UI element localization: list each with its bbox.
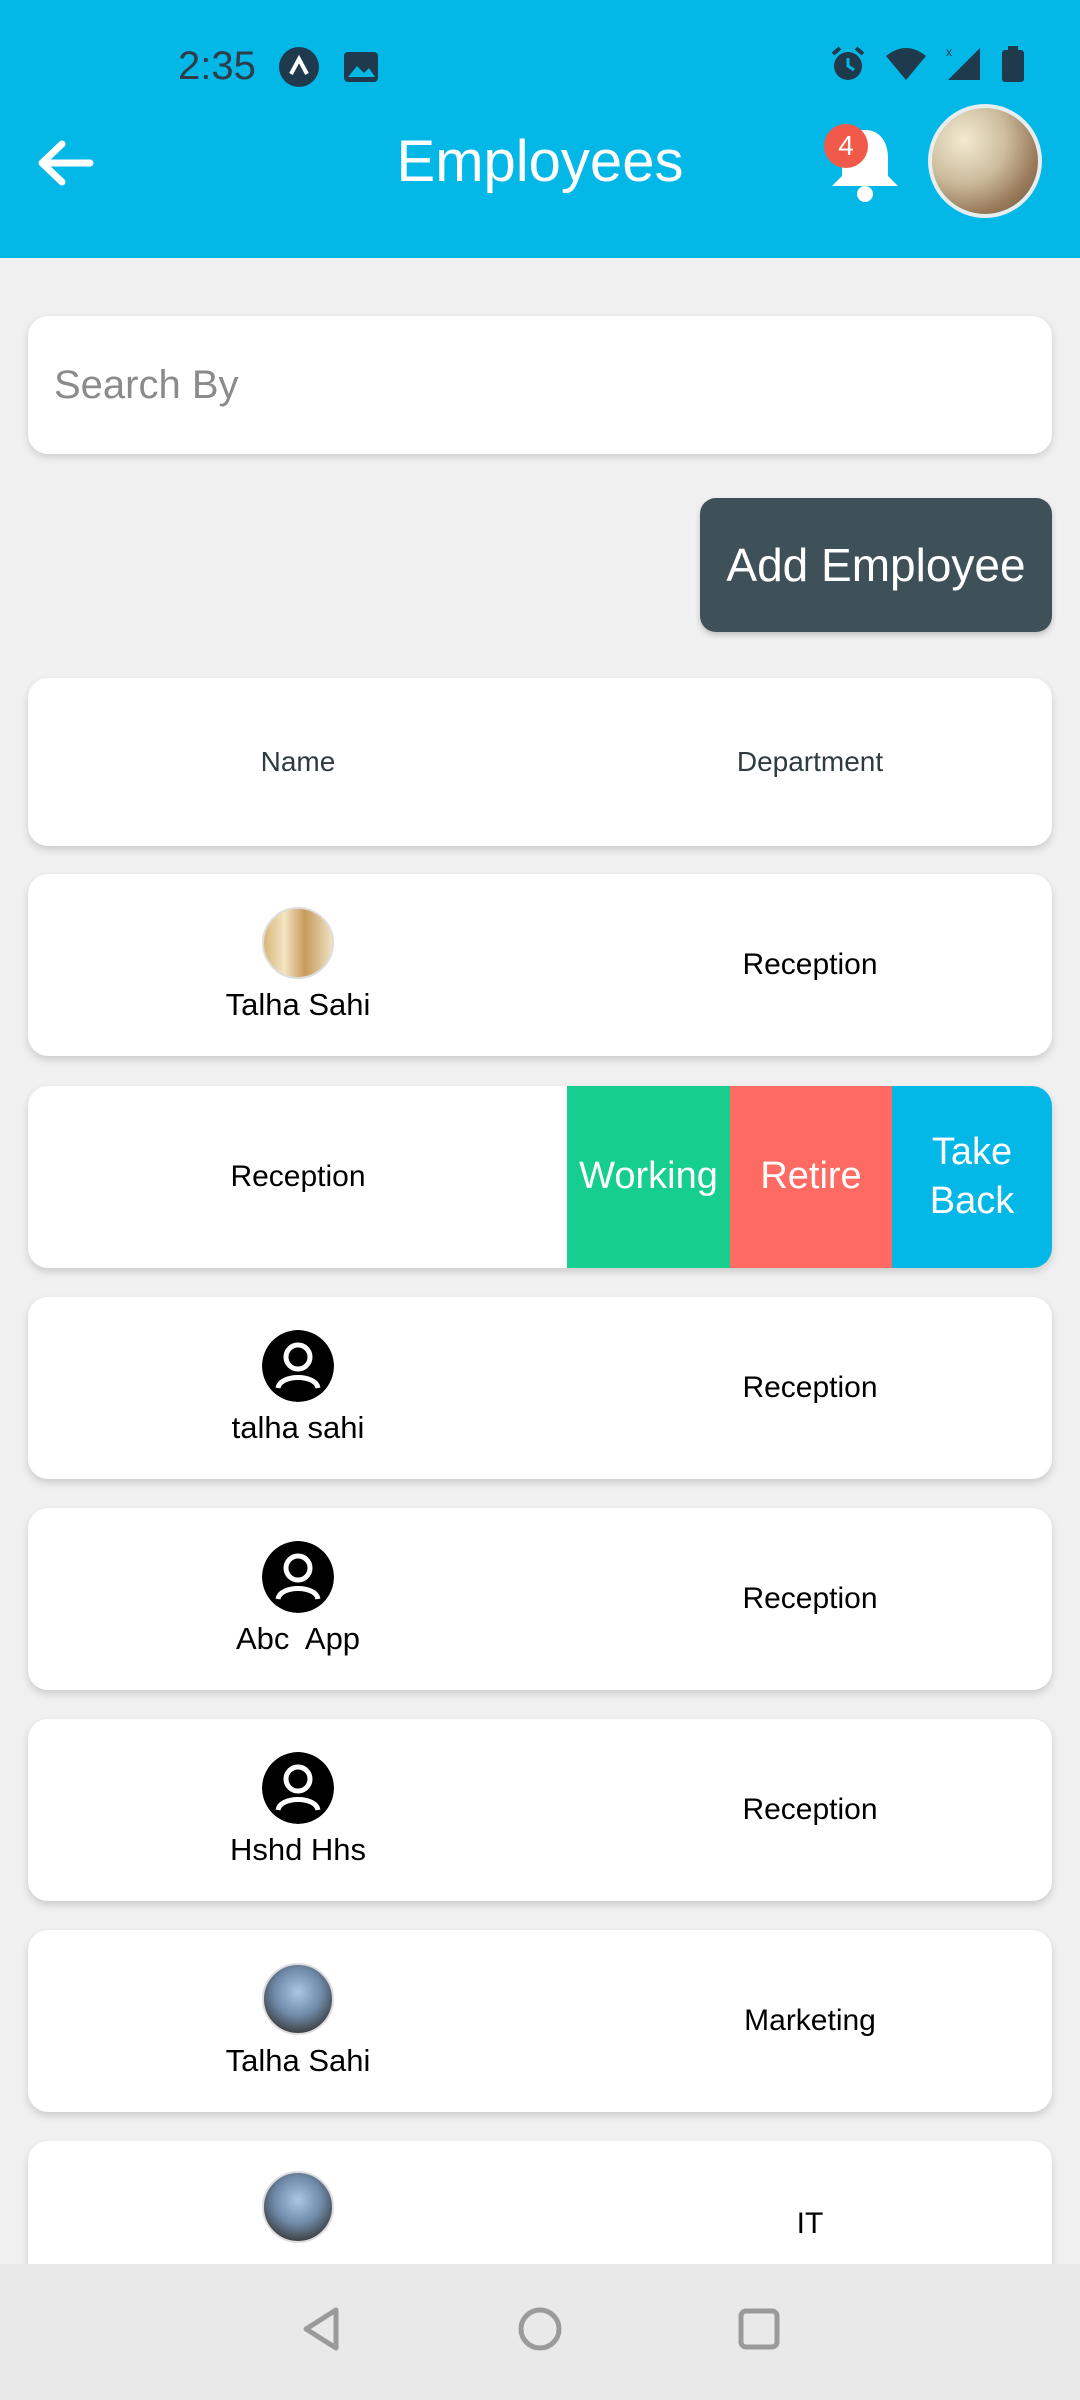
header-name: Name xyxy=(260,746,336,777)
search-box[interactable] xyxy=(28,316,1052,454)
employee-department: Reception xyxy=(230,1160,366,1193)
person-icon xyxy=(262,1541,334,1613)
app-header: 2:35 x Employees 4 xyxy=(0,0,1080,258)
header-department: Department xyxy=(736,746,884,777)
take-back-label-1: Take xyxy=(931,1130,1013,1173)
employee-photo xyxy=(262,907,334,979)
page-title: Employees xyxy=(396,129,684,194)
table-row-swiped[interactable]: Reception Working Retire Take Back xyxy=(28,1086,1052,1268)
employee-department: Reception xyxy=(742,1793,878,1826)
person-icon xyxy=(262,1752,334,1824)
nav-recents-button[interactable] xyxy=(724,2294,794,2364)
battery-icon xyxy=(1000,44,1026,89)
table-row[interactable]: Hshd Hhs Reception xyxy=(28,1719,1052,1901)
svg-text:x: x xyxy=(946,45,952,59)
employee-name: Talha Sahi xyxy=(225,2043,371,2078)
employee-department: Marketing xyxy=(744,2004,876,2037)
table-row[interactable]: Abc App Reception xyxy=(28,1508,1052,1690)
signal-icon: x xyxy=(944,44,984,89)
wifi-icon xyxy=(884,44,928,89)
retire-button[interactable]: Retire xyxy=(730,1086,892,1268)
employee-department: Reception xyxy=(742,1371,878,1404)
person-icon xyxy=(262,1330,334,1402)
take-back-label-2: Back xyxy=(929,1180,1015,1222)
status-time: 2:35 xyxy=(178,44,256,88)
square-recents-icon xyxy=(738,2308,780,2350)
table-row[interactable]: talha sahi Reception xyxy=(28,1297,1052,1479)
employee-name: Talha Sahi xyxy=(225,987,371,1022)
employee-name: talha sahi xyxy=(231,1410,365,1445)
image-icon xyxy=(340,46,382,88)
nav-home-button[interactable] xyxy=(505,2294,575,2364)
triangle-back-icon xyxy=(303,2307,339,2351)
profile-avatar[interactable] xyxy=(928,104,1042,218)
table-row[interactable]: Talha Sahi Reception xyxy=(28,874,1052,1056)
circle-home-icon xyxy=(518,2307,562,2351)
table-header: Name Department xyxy=(28,678,1052,846)
alarm-icon xyxy=(828,44,868,89)
table-row[interactable]: Talha Sahi Marketing xyxy=(28,1930,1052,2112)
notification-badge: 4 xyxy=(824,124,868,168)
take-back-button[interactable]: Take Back xyxy=(892,1086,1052,1268)
search-input[interactable] xyxy=(54,362,1052,408)
employee-photo xyxy=(262,1963,334,2035)
employee-department: Reception xyxy=(742,948,878,981)
employee-department: Reception xyxy=(742,1582,878,1615)
nav-back-button[interactable] xyxy=(286,2294,356,2364)
system-nav-bar xyxy=(0,2264,1080,2400)
status-icons: x xyxy=(828,44,1026,89)
employee-photo xyxy=(262,2171,334,2243)
working-button[interactable]: Working xyxy=(567,1086,730,1268)
add-employee-button[interactable]: Add Employee xyxy=(700,498,1052,632)
app-icon xyxy=(278,46,320,88)
employee-name: Abc App xyxy=(235,1621,361,1656)
employee-name: Hshd Hhs xyxy=(229,1832,367,1867)
